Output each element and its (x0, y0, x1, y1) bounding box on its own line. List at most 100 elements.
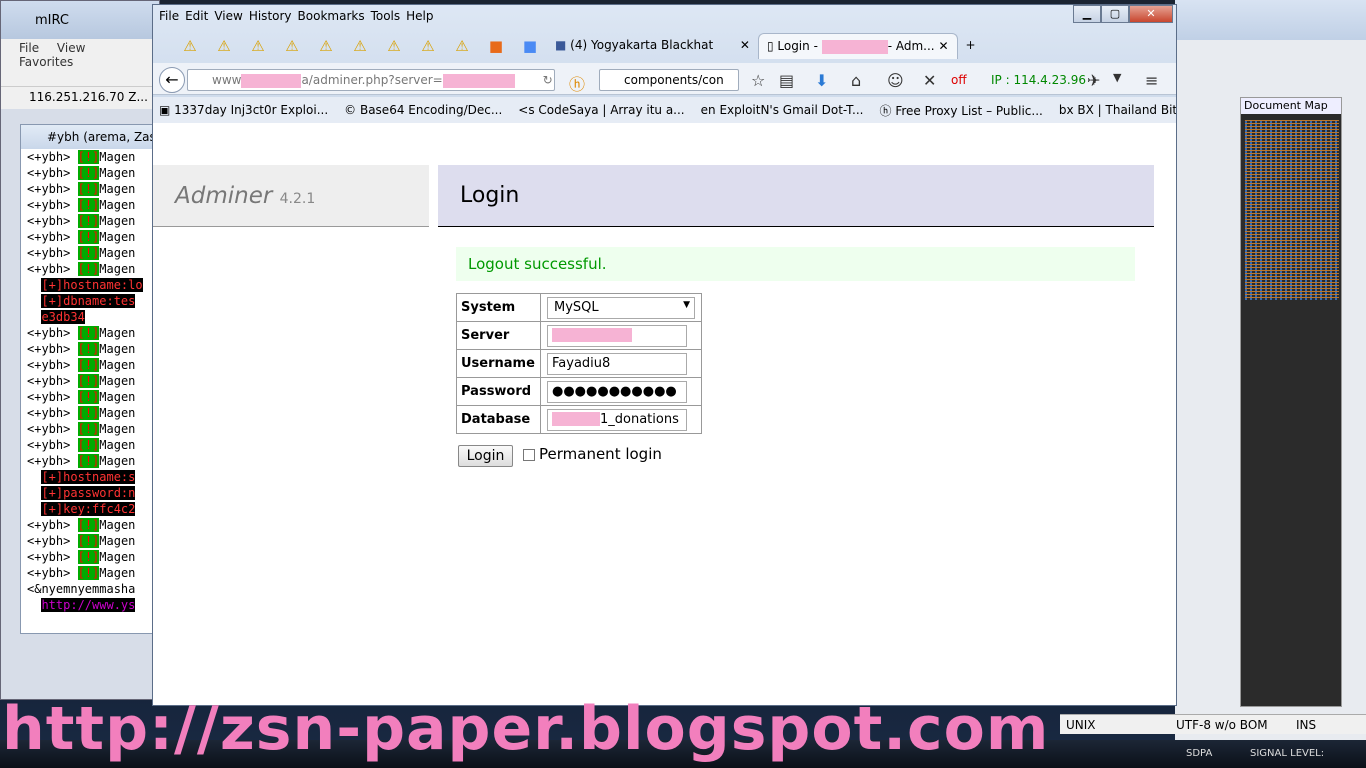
database-input[interactable]: 1_donations (547, 408, 687, 431)
taskbar-item[interactable]: SDPA (1186, 748, 1212, 759)
irc-line: <+ybh> [!]Magen (27, 550, 136, 564)
bookmark-item[interactable]: en ExploitN's Gmail Dot-T... (701, 103, 864, 117)
bookmarks-list-icon[interactable]: ▤ (779, 71, 794, 90)
menu-history[interactable]: History (249, 7, 298, 27)
menu-view[interactable]: View (214, 7, 248, 27)
irc-messages-3: <+ybh> [!]Magen <+ybh> [!]Magen <+ybh> [!]… (21, 517, 159, 581)
download-icon[interactable]: ⬇ (815, 71, 828, 90)
notepadpp-titlebar (1175, 0, 1366, 40)
bookmark-item[interactable]: bx BX | Thailand Bitcoin E... (1059, 103, 1176, 117)
irc-line: <+ybh> [!]Magen (27, 166, 136, 180)
dropdown-icon[interactable]: ▼ (1113, 71, 1121, 84)
mirc-menu-file[interactable]: File (19, 41, 39, 55)
bookmark-item[interactable]: © Base64 Encoding/Dec... (344, 103, 502, 117)
minimize-button[interactable]: ▁ (1073, 5, 1101, 23)
hola-icon[interactable]: ⓗ (569, 71, 585, 95)
adminer-page: Adminer 4.2.1 Login Logout successful. S… (153, 123, 1176, 705)
reload-icon[interactable]: ↻ (543, 73, 553, 87)
close-tab-icon[interactable]: ✕ (740, 38, 750, 52)
menu-tools[interactable]: Tools (371, 7, 407, 27)
bookmark-item[interactable]: <s CodeSaya | Array itu a... (518, 103, 684, 117)
app-tab-icon[interactable]: ■ (479, 37, 513, 55)
adminer-logo[interactable]: Adminer 4.2.1 (153, 165, 429, 227)
tab-login[interactable]: ▯ Login - - Adm... ✕ (757, 33, 958, 59)
irc-link[interactable]: http://www.ys (41, 598, 136, 612)
menu-file[interactable]: File (159, 7, 185, 27)
x-icon[interactable]: ✕ (923, 71, 936, 90)
warning-tab-icon[interactable]: ⚠ (173, 37, 207, 55)
irc-line: <+ybh> [!]Magen (27, 454, 136, 468)
bookmark-item[interactable]: ▣ 1337day Inj3ct0r Exploi... (159, 103, 328, 117)
irc-line: <+ybh> [!]Magen (27, 422, 136, 436)
irc-line: <+ybh> [!]Magen (27, 406, 136, 420)
mirc-menu-favorites[interactable]: Favorites (19, 55, 73, 69)
maximize-button[interactable]: ▢ (1101, 5, 1129, 23)
login-form: System MySQL ▼ Server Username Fayadiu8 P… (456, 293, 702, 434)
firefox-window: File Edit View History Bookmarks Tools H… (152, 4, 1177, 706)
warning-tab-icon[interactable]: ⚠ (377, 37, 411, 55)
menu-bookmarks[interactable]: Bookmarks (298, 7, 371, 27)
adminer-version: 4.2.1 (279, 191, 316, 207)
mirc-title: mIRC (1, 1, 159, 39)
search-input[interactable]: components/con (599, 69, 739, 91)
warning-tab-icon[interactable]: ⚠ (445, 37, 479, 55)
irc-line: <+ybh> [!]Magen (27, 342, 136, 356)
menu-hamburger-icon[interactable]: ≡ (1145, 71, 1158, 90)
document-map-title: Document Map (1241, 98, 1341, 114)
home-icon[interactable]: ⌂ (851, 71, 861, 90)
server-input[interactable] (547, 324, 687, 347)
warning-tab-icon[interactable]: ⚠ (309, 37, 343, 55)
firefox-chrome: File Edit View History Bookmarks Tools H… (153, 5, 1176, 123)
irc-line: <+ybh> [!]Magen (27, 182, 136, 196)
mirc-menu: File View Favorites (1, 39, 159, 69)
extension-icon[interactable]: ✈ (1087, 71, 1100, 90)
notepadpp-statusbar: UNIX UTF-8 w/o BOM INS (1060, 714, 1366, 734)
irc-line: <+ybh> [!]Magen (27, 566, 136, 580)
close-tab-icon[interactable]: ✕ (938, 39, 948, 53)
system-select[interactable]: MySQL ▼ (547, 296, 695, 319)
irc-line: [+]dbname:tes (41, 294, 136, 308)
username-input[interactable]: Fayadiu8 (547, 352, 687, 375)
back-icon[interactable]: ← (159, 67, 185, 93)
username-label: Username (456, 349, 541, 378)
password-label: Password (456, 377, 541, 406)
permanent-login-option[interactable]: Permanent login (523, 445, 662, 463)
status-insert-mode: INS (1296, 718, 1317, 732)
irc-line: <+ybh> [!]Magen (27, 214, 136, 228)
irc-messages-2: <+ybh> [!]Magen <+ybh> [!]Magen <+ybh> [!]… (21, 325, 159, 469)
status-eol: UNIX (1066, 718, 1096, 732)
mirc-server-address: 116.251.216.70 Z... (1, 87, 159, 109)
warning-tab-icon[interactable]: ⚠ (207, 37, 241, 55)
tab-facebook[interactable]: ■ (4) Yogyakarta Blackhat ✕ (547, 33, 758, 59)
menu-edit[interactable]: Edit (185, 7, 214, 27)
warning-tab-icon[interactable]: ⚠ (241, 37, 275, 55)
new-tab-button[interactable]: + (958, 33, 984, 59)
database-label: Database (456, 405, 541, 434)
navigation-bar: ← www a/adminer.php?server= ↻ ⓗ component… (153, 63, 1176, 95)
page-title: Login (438, 165, 1154, 227)
irc-line: <+ybh> [!]Magen (27, 518, 136, 532)
mirc-menu-view[interactable]: View (57, 41, 85, 55)
document-map-preview[interactable] (1245, 120, 1339, 300)
irc-line: [+]hostname:s (41, 470, 136, 484)
bookmark-item[interactable]: ⓗ Free Proxy List – Public... (879, 102, 1042, 119)
ip-status: off (951, 73, 967, 87)
chat-icon[interactable]: ☺ (887, 71, 904, 90)
warning-tab-icon[interactable]: ⚠ (275, 37, 309, 55)
bookmark-star-icon[interactable]: ☆ (751, 71, 765, 90)
warning-tab-icon[interactable]: ⚠ (343, 37, 377, 55)
irc-line: <+ybh> [!]Magen (27, 358, 136, 372)
password-input[interactable]: ●●●●●●●●●●● (547, 380, 687, 403)
irc-line: <+ybh> [!]Magen (27, 150, 136, 164)
taskbar-item[interactable]: SIGNAL LEVEL: (1250, 748, 1324, 759)
menu-help[interactable]: Help (406, 7, 439, 27)
irc-line: <+ybh> [!]Magen (27, 390, 136, 404)
watermark: http://zsn-paper.blogspot.com (2, 694, 1050, 764)
login-button[interactable]: Login (458, 445, 513, 467)
warning-tab-icon[interactable]: ⚠ (411, 37, 445, 55)
page-icon: ▯ (766, 39, 774, 53)
close-button[interactable]: ✕ (1129, 5, 1173, 23)
permanent-login-checkbox[interactable] (523, 448, 535, 461)
url-bar[interactable]: www a/adminer.php?server= ↻ (187, 69, 555, 91)
google-tab-icon[interactable]: ■ (513, 37, 547, 55)
